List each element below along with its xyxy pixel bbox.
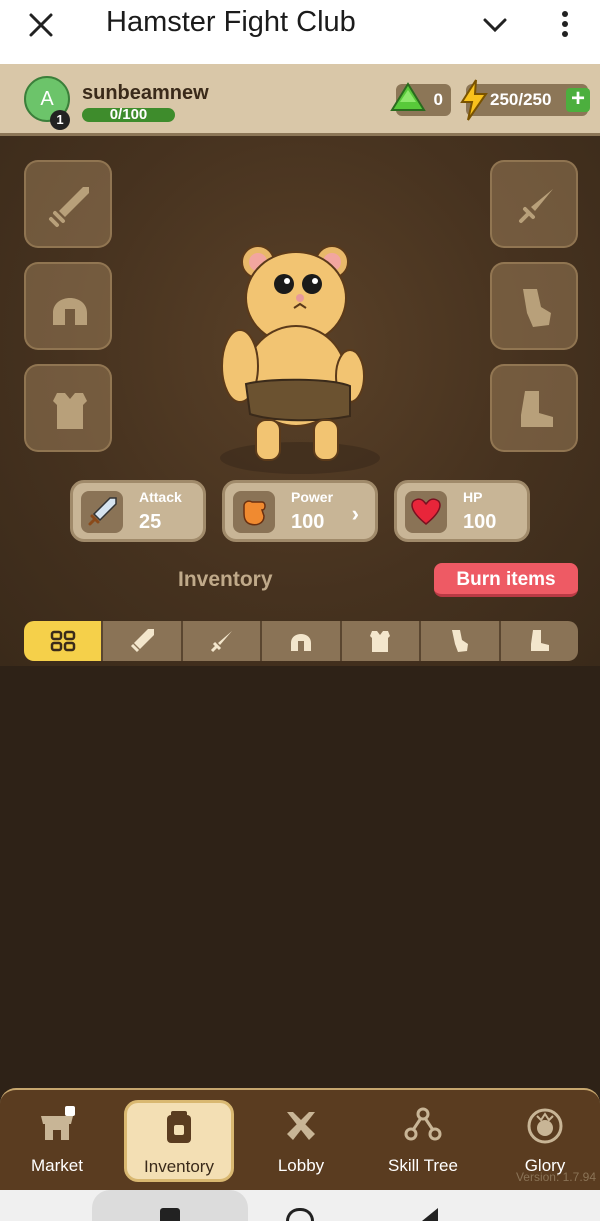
level-badge: 1: [50, 110, 70, 130]
inventory-list: [0, 666, 600, 1086]
xp-bar: 0/100: [82, 106, 175, 123]
skill-tree-icon: [404, 1107, 442, 1141]
stat-label: HP: [463, 489, 483, 505]
slot-armor[interactable]: [24, 364, 112, 452]
tab-boots[interactable]: [500, 621, 578, 661]
slot-dagger[interactable]: [490, 160, 578, 248]
chevron-right-icon[interactable]: ›: [352, 501, 359, 527]
boot-icon: [521, 391, 553, 427]
armor-icon: [53, 393, 87, 429]
gauntlet-icon: [451, 630, 468, 652]
tab-swords[interactable]: [103, 621, 183, 661]
heart-icon: [411, 498, 441, 525]
stat-label: Attack: [139, 489, 182, 505]
helmet-icon: [53, 298, 87, 325]
slot-weapon[interactable]: [24, 160, 112, 248]
fist-icon: [243, 500, 266, 526]
dagger-icon: [519, 189, 553, 223]
inventory-title: Inventory: [178, 568, 273, 591]
nav-label: Inventory: [144, 1157, 214, 1176]
sword-icon: [131, 629, 155, 653]
nav-label: Market: [31, 1156, 83, 1175]
nav-label: Skill Tree: [388, 1156, 458, 1175]
recents-icon[interactable]: [160, 1208, 180, 1221]
system-nav-bar: [0, 1190, 600, 1221]
tab-gloves[interactable]: [421, 621, 501, 661]
lightning-icon: [460, 79, 488, 121]
armor-icon: [370, 631, 391, 652]
helmet-icon: [290, 634, 311, 651]
bottom-navigation: Market Inventory Lobby Skill Tree Glory …: [0, 1088, 600, 1190]
stat-value: 100: [291, 511, 325, 533]
nav-skill-tree[interactable]: Skill Tree: [368, 1102, 478, 1182]
gems-value: 0: [433, 90, 443, 109]
stat-power[interactable]: Power 100 ›: [222, 480, 378, 542]
glory-badge-icon: [527, 1108, 563, 1144]
home-icon[interactable]: [286, 1208, 314, 1221]
energy-value: 250/250: [490, 90, 552, 109]
add-energy-button[interactable]: +: [566, 87, 590, 112]
sword-icon: [88, 497, 117, 526]
nav-lobby[interactable]: Lobby: [246, 1102, 356, 1182]
dagger-icon: [210, 631, 232, 653]
xp-value: 0/100: [109, 106, 148, 123]
energy-counter[interactable]: 250/250 +: [460, 79, 590, 121]
hamster-character: [220, 245, 380, 474]
more-options-icon[interactable]: [555, 8, 575, 40]
stat-value: 25: [139, 511, 162, 533]
stat-label: Power: [291, 489, 334, 505]
boot-icon: [531, 630, 550, 651]
gauntlet-icon: [523, 289, 551, 327]
grid-icon: [50, 630, 75, 652]
gem-icon: [390, 82, 426, 111]
app-title: Hamster Fight Club: [106, 6, 356, 38]
close-icon[interactable]: [26, 10, 56, 40]
tab-armor[interactable]: [341, 621, 422, 661]
burn-items-button[interactable]: Burn items: [434, 563, 578, 597]
crossed-swords-icon: [287, 1112, 315, 1140]
version-text: Version: 1.7.94: [515, 1170, 596, 1184]
inventory-filter-tabs: [24, 621, 578, 661]
stat-value: 100: [463, 511, 497, 533]
app-topbar: Hamster Fight Club: [0, 0, 600, 64]
slot-boots[interactable]: [490, 364, 578, 452]
stat-hp: HP 100: [394, 480, 530, 542]
username: sunbeamnew: [82, 82, 209, 104]
slot-helmet[interactable]: [24, 262, 112, 350]
chevron-down-icon[interactable]: [480, 12, 510, 38]
slot-gloves[interactable]: [490, 262, 578, 350]
stat-attack: Attack 25: [70, 480, 206, 542]
market-icon: [41, 1106, 75, 1140]
nav-inventory[interactable]: Inventory: [124, 1100, 234, 1182]
player-header: A 1 sunbeamnew 0/100 0 250/250 +: [0, 64, 600, 136]
back-icon[interactable]: [420, 1208, 440, 1221]
nav-market[interactable]: Market: [2, 1102, 112, 1182]
sword-icon: [49, 187, 89, 227]
tab-daggers[interactable]: [182, 621, 263, 661]
gems-counter[interactable]: 0: [390, 82, 451, 116]
tab-all[interactable]: [24, 621, 104, 661]
nav-label: Lobby: [277, 1156, 325, 1175]
backpack-icon: [167, 1111, 191, 1143]
tab-helmets[interactable]: [262, 621, 342, 661]
